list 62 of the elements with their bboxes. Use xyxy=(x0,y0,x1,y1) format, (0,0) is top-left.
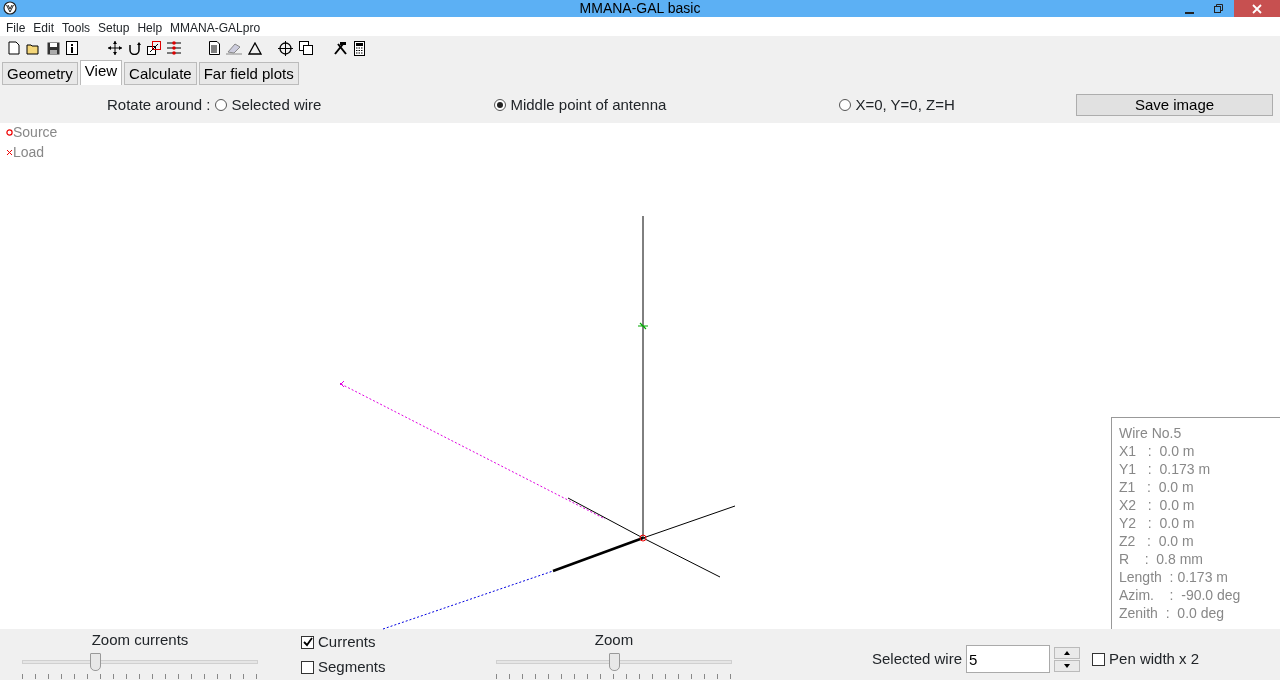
menu-item[interactable]: Tools xyxy=(58,17,95,36)
slider[interactable] xyxy=(22,653,258,673)
rotate-icon[interactable] xyxy=(128,41,141,55)
spin-up-button[interactable] xyxy=(1054,646,1081,659)
window-title: MMANA-GAL basic xyxy=(579,0,701,17)
radio-button[interactable] xyxy=(494,99,507,111)
checkbox[interactable] xyxy=(1092,652,1106,666)
radio-label: X=0, Y=0, Z=H xyxy=(855,94,955,115)
eraser-icon[interactable] xyxy=(226,41,242,55)
tab[interactable]: Geometry xyxy=(2,62,78,85)
slider-thumb[interactable] xyxy=(609,653,620,671)
close-icon xyxy=(1252,3,1262,14)
checkbox-label: Segments xyxy=(318,657,386,677)
checkbox-label: Pen width x 2 xyxy=(1109,648,1200,669)
checkbox-label: Currents xyxy=(318,632,376,652)
down-arrow-icon xyxy=(1064,663,1071,668)
calculator-icon[interactable] xyxy=(354,40,365,56)
selected-wire-input[interactable]: 5 xyxy=(966,645,1051,673)
info-icon[interactable] xyxy=(66,41,78,55)
hammer-wrench-icon[interactable] xyxy=(333,41,348,55)
menu-item[interactable]: File xyxy=(2,17,30,36)
copy-icon[interactable] xyxy=(299,41,313,55)
restore-icon xyxy=(1214,3,1224,14)
sliders-icon[interactable] xyxy=(167,41,181,55)
selected-wire-label: Selected wire xyxy=(872,648,963,669)
radio-button[interactable] xyxy=(839,99,852,111)
tab[interactable]: View xyxy=(79,60,123,85)
tab[interactable]: Far field plots xyxy=(198,62,299,85)
menu-item[interactable]: MMANA-GALpro xyxy=(166,17,265,36)
slider-label: Zoom currents xyxy=(90,630,190,650)
spin-down-button[interactable] xyxy=(1054,659,1081,672)
source-marker-icon xyxy=(6,128,13,136)
triangle-icon[interactable] xyxy=(248,41,262,55)
document-icon[interactable] xyxy=(209,41,220,55)
save-image-button[interactable]: Save image xyxy=(1076,94,1273,116)
menu-item[interactable]: Setup xyxy=(94,17,134,36)
up-arrow-icon xyxy=(1064,650,1071,655)
radio-label: Selected wire xyxy=(231,94,322,115)
antenna-view-canvas[interactable]: Source Load Wire No.5 X1 : 0.0 m Y1 : 0.173 m Z1 : 0.0 m X2 : 0.0 m Y2 : 0.0 m Z2 : 0.0 m R : 0.8 mm Length : 0.173 m Azim. : -90.0 deg Zenith : 0.0 deg xyxy=(0,123,1280,629)
menu-item[interactable]: Edit xyxy=(29,17,59,36)
minimize-icon xyxy=(1184,11,1194,14)
checkbox[interactable] xyxy=(301,635,314,649)
crosshair-icon[interactable] xyxy=(278,40,293,56)
tab[interactable]: Calculate xyxy=(124,62,197,85)
legend-label: Source xyxy=(13,123,58,142)
checkbox[interactable] xyxy=(301,660,314,674)
slider[interactable] xyxy=(496,653,732,673)
wire-info-panel: Wire No.5 X1 : 0.0 m Y1 : 0.173 m Z1 : 0.0 m X2 : 0.0 m Y2 : 0.0 m Z2 : 0.0 m R : 0.8 mm Length : 0.173 m Azim. : -90.0 deg Zenith : 0.0 deg xyxy=(1111,417,1280,629)
menu-item[interactable]: Help xyxy=(133,17,167,36)
radio-label: Middle point of antenna xyxy=(510,94,667,115)
load-marker-icon xyxy=(6,148,13,156)
slider-thumb[interactable] xyxy=(90,653,102,671)
close-button[interactable] xyxy=(1234,0,1280,17)
folder-icon[interactable] xyxy=(26,41,41,55)
slider-label: Zoom xyxy=(593,630,635,650)
resize-icon[interactable] xyxy=(147,41,161,55)
rotate-around-label: Rotate around : xyxy=(107,94,211,115)
move-arrows-icon[interactable] xyxy=(108,41,122,55)
new-file-icon[interactable] xyxy=(8,41,20,55)
radio-button[interactable] xyxy=(215,99,228,111)
app-logo-icon xyxy=(3,1,17,15)
legend-label: Load xyxy=(13,143,45,162)
